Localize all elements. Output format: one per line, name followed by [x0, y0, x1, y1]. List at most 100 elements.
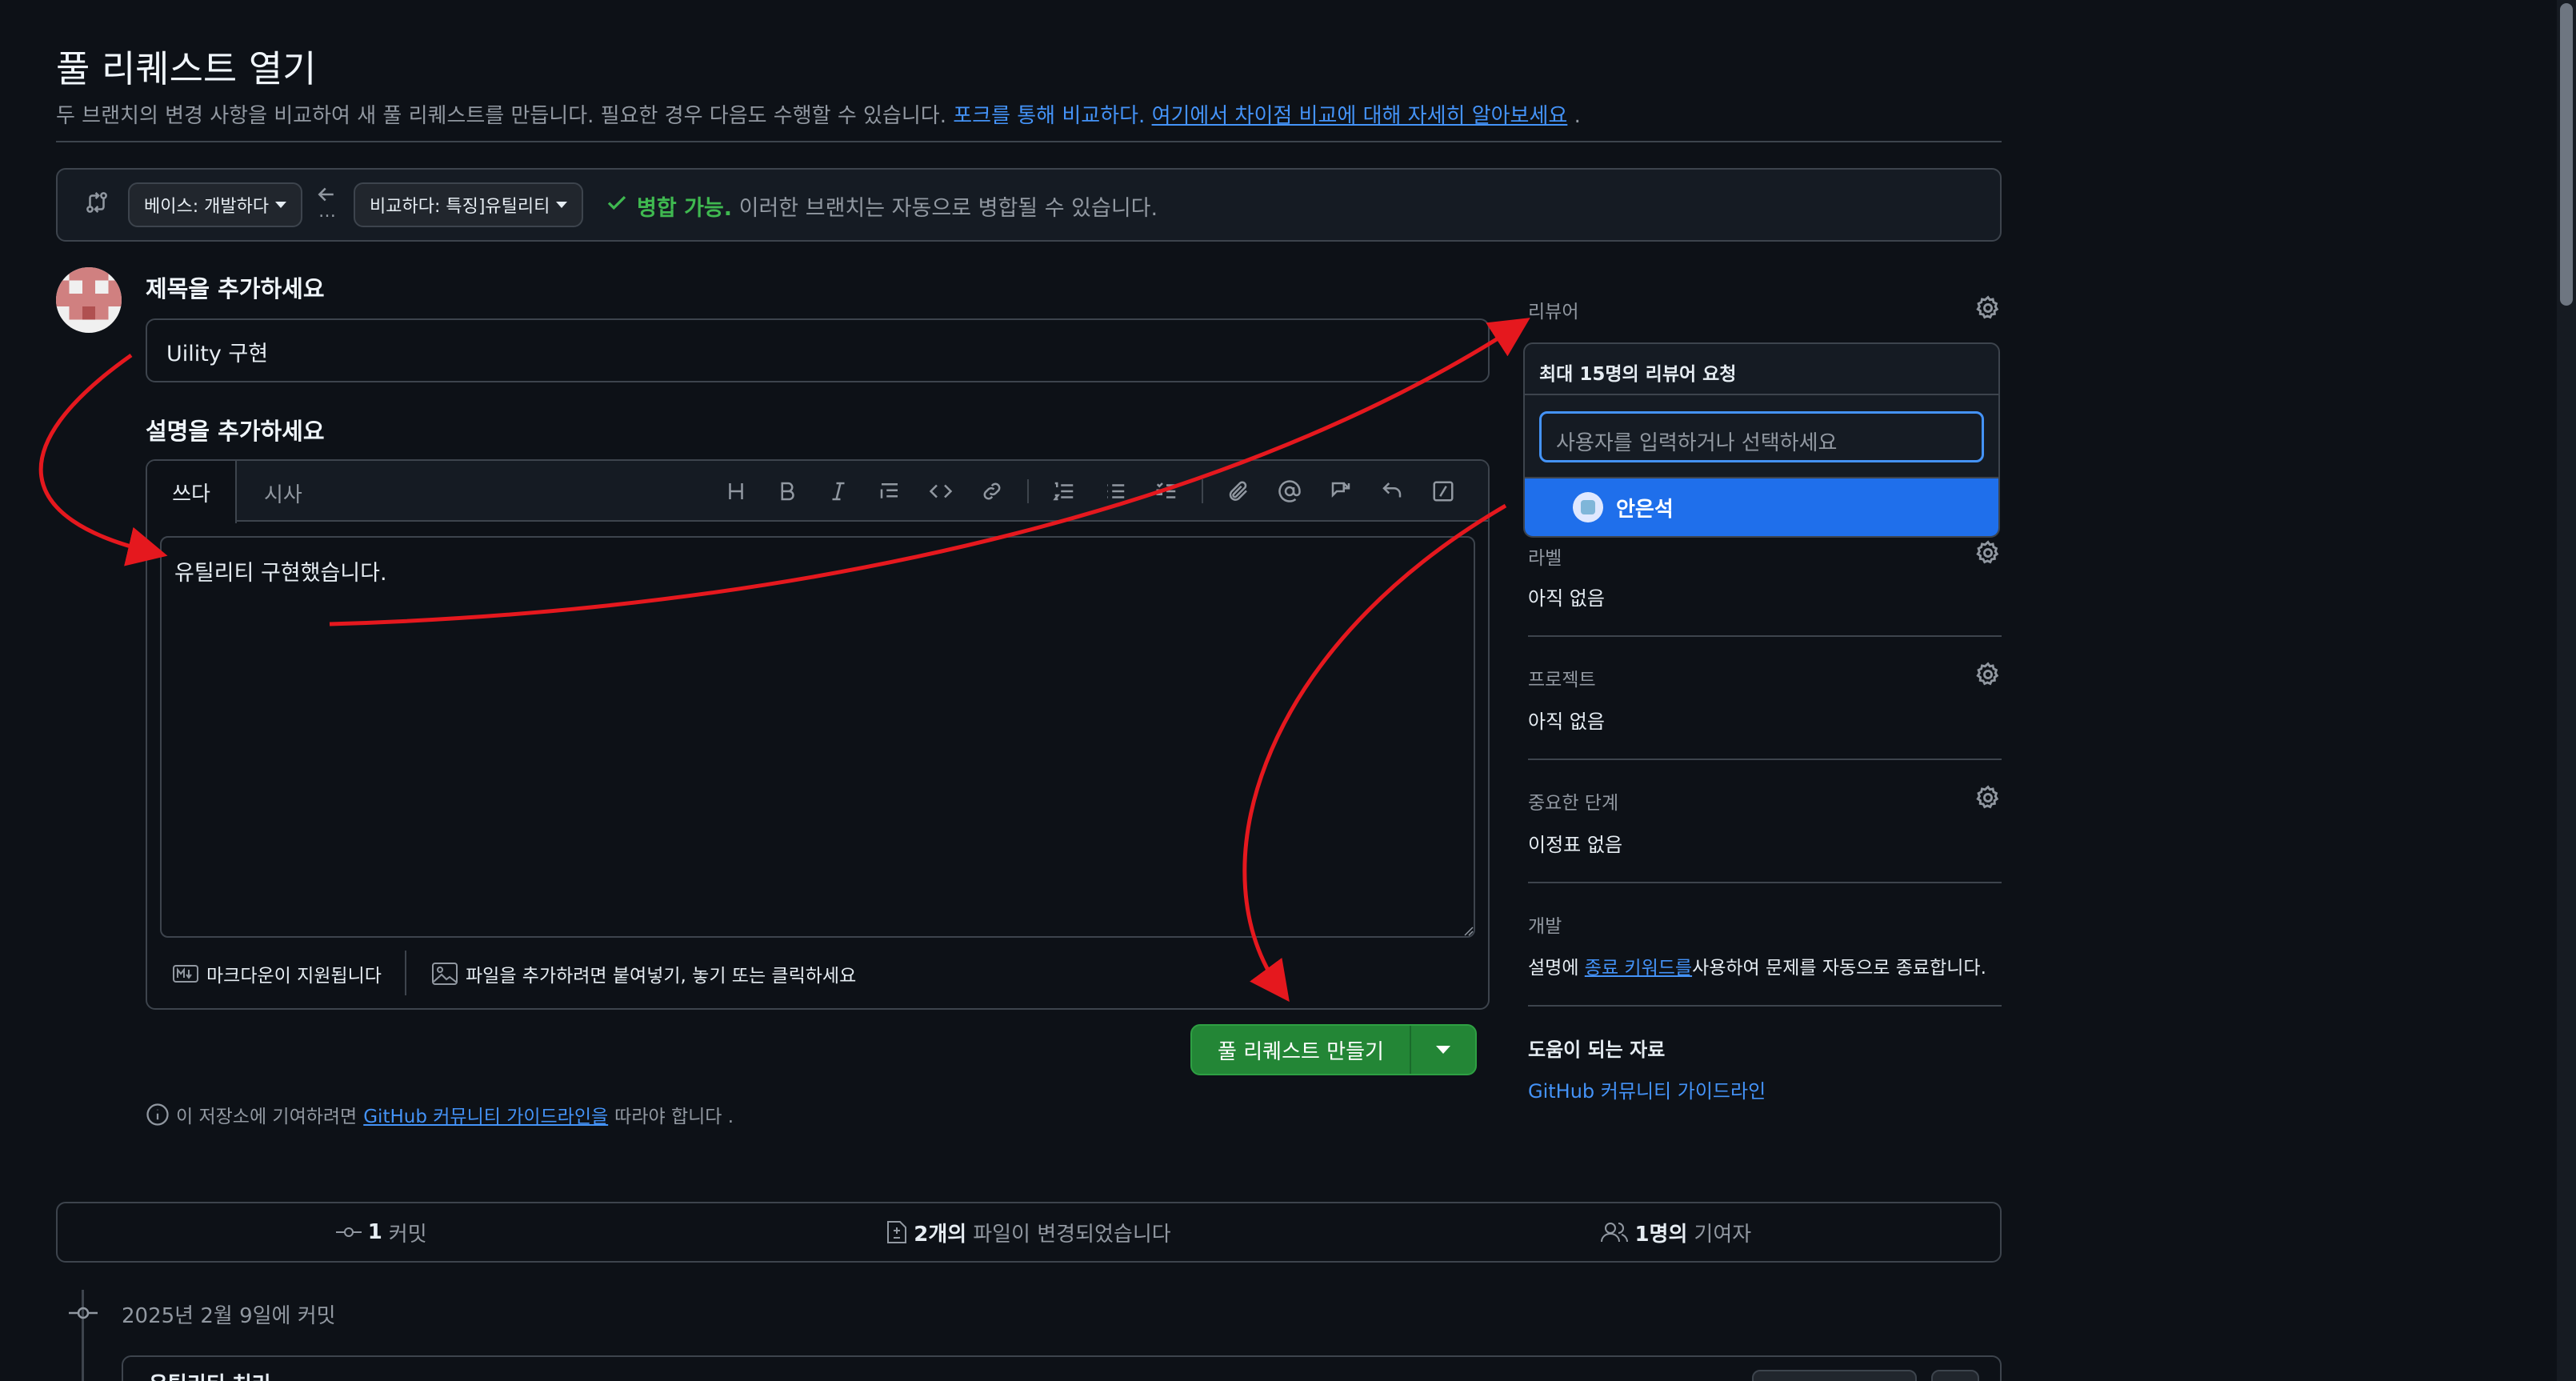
commit-card: 유틸리티 처리 — [122, 1355, 2002, 1381]
git-compare-icon — [83, 189, 110, 216]
sidebar-divider — [1528, 882, 2002, 883]
sidebar-divider — [1528, 759, 2002, 760]
bold-icon[interactable] — [771, 475, 803, 507]
resources-guidelines-link[interactable]: GitHub 커뮤니티 가이드라인 — [1528, 1075, 1766, 1103]
resize-handle-icon[interactable] — [1461, 923, 1474, 939]
commits-stat[interactable]: 1 커밋 — [58, 1218, 705, 1247]
development-label: 개발 — [1528, 916, 1562, 937]
mergeable-status: 병합 가능. — [637, 196, 733, 221]
files-stat[interactable]: 2개의 파일이 변경되었습니다 — [705, 1218, 1352, 1247]
reviewers-gear-icon[interactable] — [1974, 294, 2002, 325]
slash-commands-icon[interactable] — [1427, 475, 1459, 507]
base-branch-select[interactable]: 베이스: 개발하다 — [128, 182, 303, 227]
cross-reference-icon[interactable] — [1325, 475, 1357, 507]
file-diff-icon — [886, 1220, 907, 1244]
people-icon — [1601, 1221, 1629, 1243]
markdown-note[interactable]: 마크다운이 지원됩니다 — [173, 960, 382, 987]
closing-keywords-link[interactable]: 종료 키워드를 — [1585, 958, 1692, 979]
base-branch-label: 베이스: 개발하다 — [144, 197, 270, 217]
milestone-label[interactable]: 중요한 단계 — [1528, 787, 1618, 815]
projects-label[interactable]: 프로젝트 — [1528, 664, 1596, 691]
contributors-label: 기여자 — [1694, 1222, 1752, 1247]
check-icon — [605, 190, 629, 214]
commit-action-button[interactable] — [1752, 1370, 1917, 1381]
mention-icon[interactable] — [1274, 475, 1306, 507]
page-description: 두 브랜치의 변경 사항을 비교하여 새 풀 리퀘스트를 만듭니다. 필요한 경… — [56, 99, 1581, 129]
code-icon[interactable] — [925, 475, 957, 507]
files-label: 파일이 변경되었습니다 — [973, 1222, 1171, 1247]
community-guidelines-link[interactable]: GitHub 커뮤니티 가이드라인을 — [363, 1101, 608, 1128]
description-heading: 설명을 추가하세요 — [146, 418, 325, 445]
description-textarea-value: 유틸리티 구현했습니다. — [174, 561, 387, 586]
compare-stats-bar: 1 커밋 2개의 파일이 변경되었습니다 1명의 기여자 — [56, 1202, 2002, 1263]
chevron-down-icon — [556, 202, 568, 208]
sidebar-divider — [1528, 635, 2002, 637]
contribution-note: 이 저장소에 기여하려면 GitHub 커뮤니티 가이드라인을 따라야 합니다 … — [146, 1101, 734, 1128]
compare-fork-link[interactable]: 포크를 통해 비교하다. — [953, 104, 1145, 128]
header-divider — [56, 141, 2002, 142]
dropdown-title: 최대 15명의 리뷰어 요청 — [1539, 364, 1737, 385]
task-list-icon[interactable] — [1150, 475, 1182, 507]
create-pull-request-label: 풀 리퀘스트 만들기 — [1218, 1039, 1384, 1064]
toolbar-divider — [1202, 479, 1203, 503]
tab-write-label: 쓰다 — [172, 482, 210, 506]
contributors-stat[interactable]: 1명의 기여자 — [1353, 1218, 2000, 1247]
info-icon — [146, 1103, 170, 1127]
reviewer-request-dropdown: 최대 15명의 리뷰어 요청 사용자를 입력하거나 선택하세요 안은석 — [1523, 342, 2000, 538]
create-pull-request-button-group: 풀 리퀘스트 만들기 — [1190, 1024, 1477, 1075]
dropdown-header: 최대 15명의 리뷰어 요청 — [1525, 344, 1998, 395]
reviewer-option-name: 안은석 — [1616, 497, 1674, 522]
merge-status: 병합 가능. 이러한 브랜치는 자동으로 병합될 수 있습니다. — [637, 190, 1158, 222]
commits-count: 1 — [367, 1220, 382, 1244]
scrollbar-thumb[interactable] — [2560, 3, 2573, 306]
tab-write[interactable]: 쓰다 — [147, 461, 237, 523]
sidebar-divider — [1528, 1005, 2002, 1007]
contribution-prefix: 이 저장소에 기여하려면 — [176, 1107, 358, 1127]
learn-more-link[interactable]: 여기에서 차이점 비교에 대해 자세히 알아보세요 — [1152, 104, 1568, 128]
browse-files-button[interactable] — [1931, 1370, 1979, 1381]
reviewer-search-input[interactable]: 사용자를 입력하거나 선택하세요 — [1539, 411, 1984, 462]
create-pull-request-button[interactable]: 풀 리퀘스트 만들기 — [1192, 1026, 1411, 1074]
reply-icon[interactable] — [1376, 475, 1408, 507]
reviewer-option[interactable]: 안은석 — [1525, 478, 1998, 536]
development-prefix: 설명에 — [1528, 958, 1579, 979]
quote-icon[interactable] — [874, 475, 906, 507]
heading-icon[interactable] — [720, 475, 752, 507]
commit-node-icon — [69, 1301, 98, 1325]
title-input-value: Uility 구현 — [166, 342, 269, 366]
title-heading: 제목을 추가하세요 — [146, 275, 325, 302]
resources-label: 도움이 되는 자료 — [1528, 1039, 1666, 1061]
files-count: 2개의 — [914, 1222, 967, 1247]
milestone-gear-icon[interactable] — [1974, 784, 2002, 815]
reviewers-label[interactable]: 리뷰어 — [1528, 296, 1578, 323]
compare-branch-select[interactable]: 비교하다: 특징]유틸리티 — [354, 182, 584, 227]
reviewer-avatar — [1573, 492, 1603, 522]
triangle-down-icon — [1436, 1046, 1450, 1054]
link-icon[interactable] — [976, 475, 1008, 507]
ordered-list-icon[interactable] — [1048, 475, 1080, 507]
markdown-note-label: 마크다운이 지원됩니다 — [206, 966, 382, 987]
unordered-list-icon[interactable] — [1099, 475, 1131, 507]
labels-label[interactable]: 라벨 — [1528, 542, 1562, 570]
tab-preview-label: 시사 — [264, 483, 302, 507]
image-icon — [432, 963, 458, 985]
description-textarea[interactable]: 유틸리티 구현했습니다. — [160, 536, 1475, 938]
commit-icon — [335, 1224, 362, 1240]
create-pull-request-dropdown[interactable] — [1411, 1026, 1475, 1074]
contribution-suffix: 따라야 합니다 . — [614, 1107, 734, 1127]
development-note: 설명에 종료 키워드를사용하여 문제를 자동으로 종료합니다. — [1528, 952, 1986, 979]
compare-branch-label: 비교하다: 특징]유틸리티 — [370, 197, 550, 217]
tab-preview[interactable]: 시사 — [264, 478, 302, 508]
projects-value: 아직 없음 — [1528, 711, 1605, 733]
attach-icon[interactable] — [1222, 475, 1254, 507]
commit-title[interactable]: 유틸리티 처리 — [149, 1373, 271, 1381]
arrow-title-to-body — [38, 353, 168, 566]
title-input[interactable]: Uility 구현 — [146, 318, 1490, 382]
toolbar-divider — [1027, 479, 1029, 503]
projects-gear-icon[interactable] — [1974, 661, 2002, 691]
attach-files-note[interactable]: 파일을 추가하려면 붙여넣기, 놓기 또는 클릭하세요 — [432, 960, 856, 987]
labels-gear-icon[interactable] — [1974, 539, 2002, 570]
markdown-icon — [173, 965, 198, 983]
italic-icon[interactable] — [822, 475, 854, 507]
milestone-value: 이정표 없음 — [1528, 834, 1623, 856]
